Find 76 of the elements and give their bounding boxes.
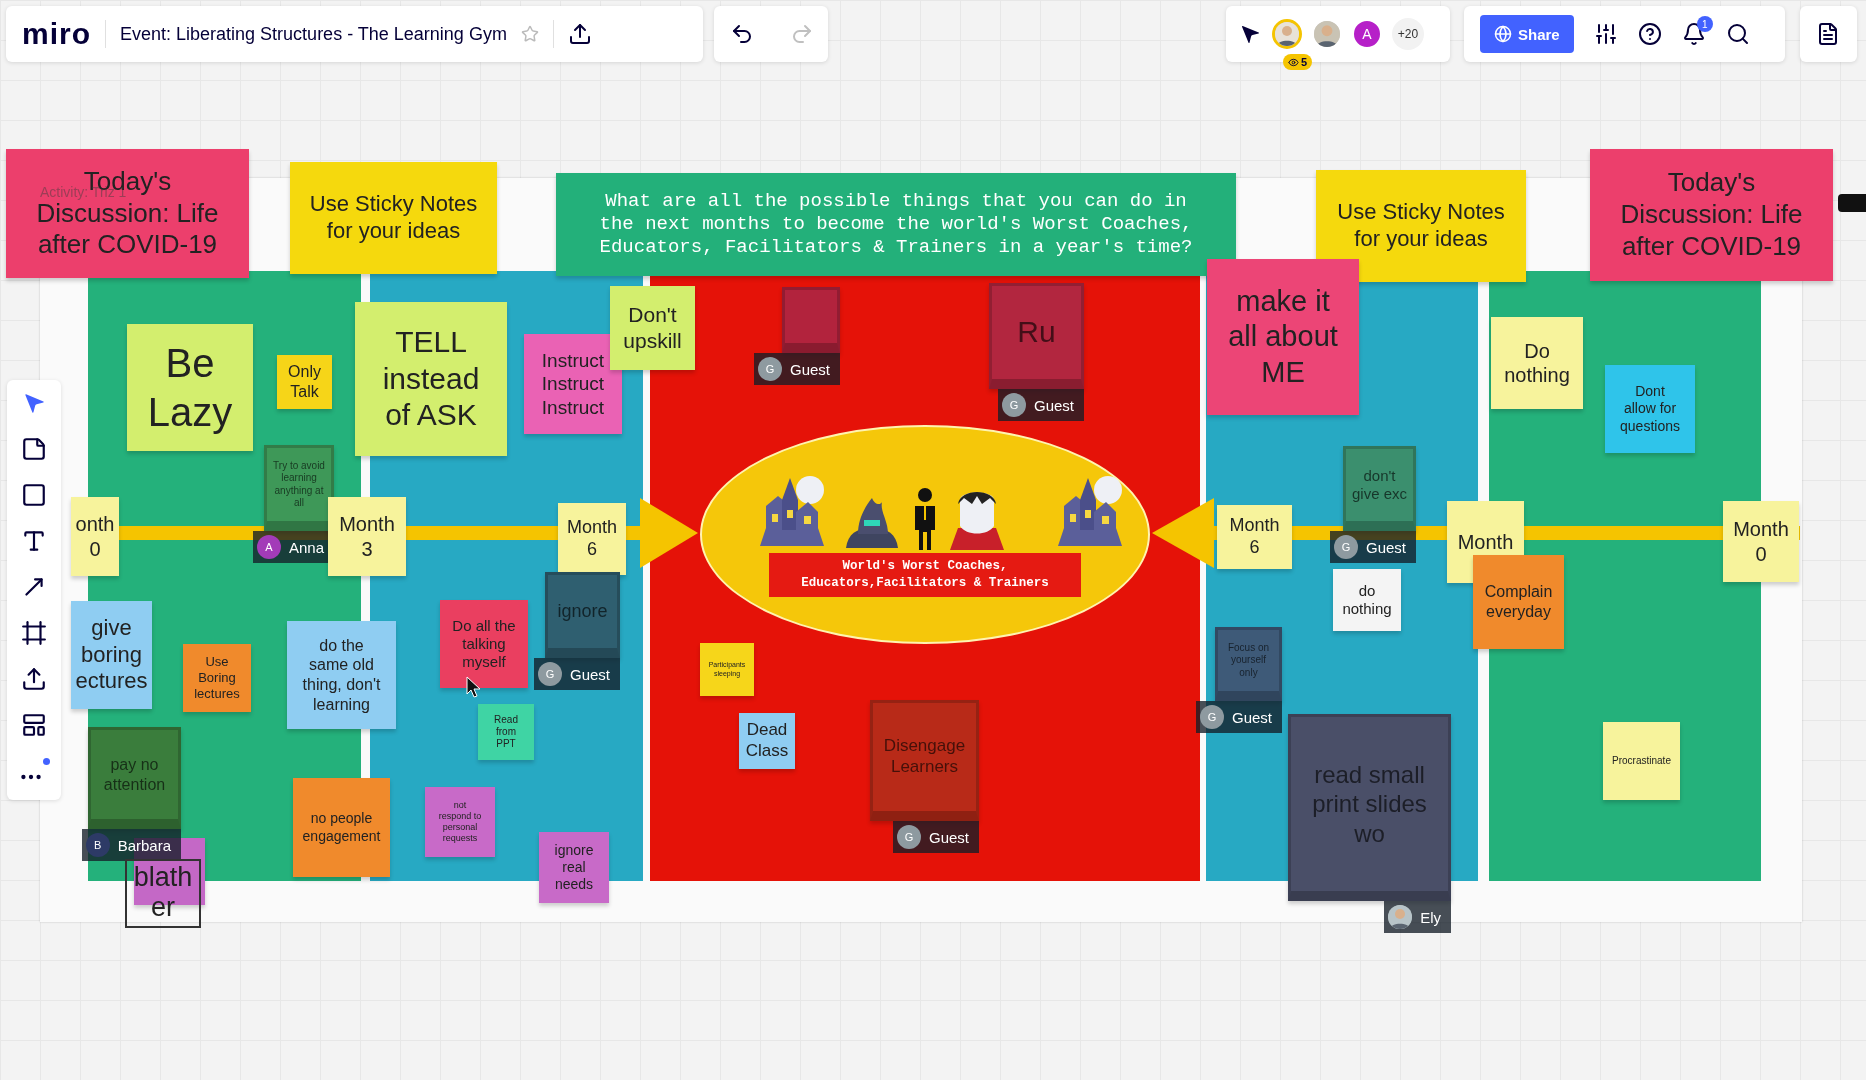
sticky-note[interactable]: Use Boring lectures xyxy=(183,644,251,712)
author-name: Barbara xyxy=(117,836,171,854)
center-label: World's Worst Coaches, Educators,Facilitators & Trainers xyxy=(769,553,1081,597)
rectangle-icon[interactable] xyxy=(21,482,47,508)
sticky-note[interactable]: no people engagement xyxy=(293,778,390,877)
author-name: Guest xyxy=(1033,396,1074,414)
sticky-note[interactable]: Month 3 xyxy=(328,497,406,576)
author-name: Guest xyxy=(1365,538,1406,556)
globe-icon xyxy=(1494,25,1512,43)
author-avatar: G xyxy=(1333,535,1358,559)
sticky-note[interactable]: ignore real needs xyxy=(539,832,609,903)
author-avatar: G xyxy=(896,825,921,849)
dark-shape xyxy=(1838,194,1866,212)
layout-icon[interactable] xyxy=(21,712,47,738)
sticky-note[interactable]: Month 0 xyxy=(1723,501,1799,582)
more-users-count[interactable]: +20 xyxy=(1392,18,1424,50)
sticky-note[interactable]: Complain everyday xyxy=(1473,555,1564,649)
notes-panel-icon[interactable] xyxy=(1816,22,1840,46)
author-avatar xyxy=(1388,905,1413,929)
author-avatar: G xyxy=(757,357,782,381)
sticky-note[interactable]: Don't upskill xyxy=(610,286,695,370)
sticky-note[interactable]: Dead Class xyxy=(739,713,795,769)
board-title[interactable]: Event: Liberating Structures - The Learning Gym xyxy=(120,23,507,45)
timeline-arrowhead xyxy=(640,498,698,568)
sticky-note[interactable]: Do nothing xyxy=(1491,317,1583,409)
sticky-note[interactable]: Only Talk xyxy=(277,355,332,409)
undo-icon[interactable] xyxy=(730,22,754,46)
sticky-note[interactable]: Use Sticky Notes for your ideas xyxy=(1316,170,1526,282)
timeline-arrowhead xyxy=(1152,498,1214,568)
person-icon xyxy=(912,488,938,550)
sticky-note-icon[interactable] xyxy=(21,436,47,462)
sticky-note[interactable]: Try to avoid learning anything at all xyxy=(264,445,334,531)
sticky-note[interactable]: TELL instead of ASK xyxy=(355,302,507,456)
sticky-note[interactable]: Instruct Instruct Instruct xyxy=(524,334,622,434)
sticky-note[interactable]: Month 6 xyxy=(1217,505,1292,569)
sticky-note[interactable]: Month 6 xyxy=(558,503,626,575)
sticky-note[interactable]: do nothing xyxy=(1333,569,1401,631)
sticky-note[interactable]: onth 0 xyxy=(71,497,119,576)
sticky-note[interactable]: Dont allow for questions xyxy=(1605,365,1695,453)
author-name: Guest xyxy=(928,828,969,846)
sticky-note[interactable]: make it all about ME xyxy=(1207,259,1359,415)
author-name: Guest xyxy=(1231,708,1272,726)
user-avatar[interactable] xyxy=(1272,19,1302,49)
author-name: Guest xyxy=(789,360,830,378)
sticky-note[interactable]: Do all the talking myself xyxy=(440,600,528,688)
settings-icon[interactable] xyxy=(1593,22,1618,46)
share-button[interactable]: Share xyxy=(1480,15,1574,53)
user-avatar[interactable]: A xyxy=(1352,19,1382,49)
sticky-note[interactable]: Be Lazy xyxy=(127,324,253,451)
text-icon[interactable] xyxy=(21,528,47,554)
viewer-count-badge: 5 xyxy=(1283,54,1313,70)
frame-icon[interactable] xyxy=(21,620,47,646)
author-avatar: G xyxy=(1199,705,1224,729)
notification-badge: 1 xyxy=(1696,16,1713,32)
export-icon[interactable] xyxy=(567,22,592,46)
notifications-icon[interactable] xyxy=(1681,22,1706,46)
search-icon[interactable] xyxy=(1725,22,1750,46)
sticky-note[interactable]: Procrastinate xyxy=(1603,722,1680,800)
author-avatar: B xyxy=(85,833,110,857)
author-avatar: A xyxy=(256,535,281,559)
mouse-pointer-icon xyxy=(466,676,482,698)
upload-icon[interactable] xyxy=(21,666,47,692)
author-avatar: G xyxy=(1001,393,1026,417)
sticky-note[interactable]: not respond to personal requests xyxy=(425,787,495,857)
author-avatar: G xyxy=(537,662,562,686)
help-icon[interactable] xyxy=(1637,22,1662,46)
author-name: Guest xyxy=(569,665,610,683)
sticky-note[interactable]: Use Sticky Notes for your ideas xyxy=(290,162,497,274)
star-icon[interactable] xyxy=(520,25,539,43)
author-name: Anna xyxy=(288,538,324,556)
app-logo[interactable]: miro xyxy=(22,17,91,51)
sticky-note[interactable]: Today's Discussion: Life after COVID-19 xyxy=(1590,149,1833,281)
sticky-note[interactable]: Read from PPT xyxy=(478,704,534,760)
sticky-note[interactable]: do the same old thing, don't learning xyxy=(287,621,396,729)
sticky-note[interactable]: give boring ectures xyxy=(71,601,152,709)
author-name: Ely xyxy=(1420,908,1441,926)
